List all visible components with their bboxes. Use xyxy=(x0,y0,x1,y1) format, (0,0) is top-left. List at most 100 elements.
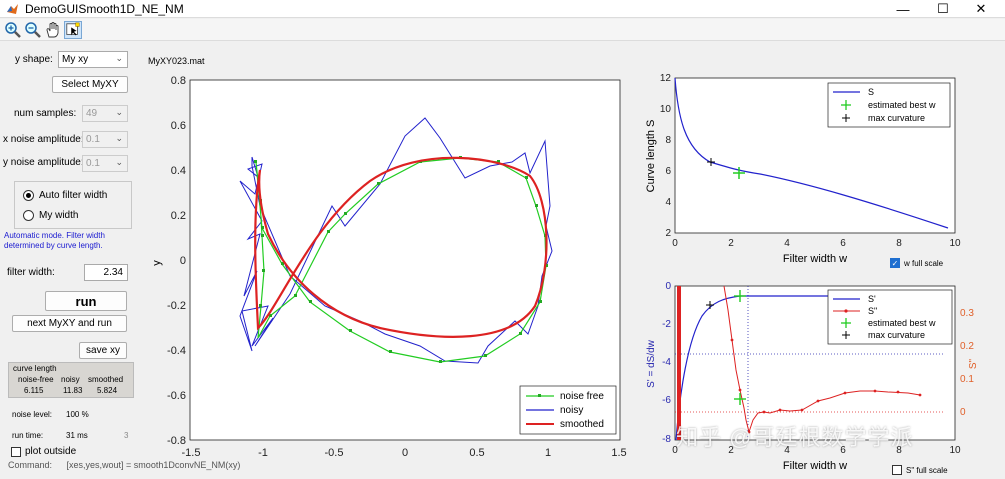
legend-smoothed: smoothed xyxy=(560,419,604,430)
w-full-scale-checkbox[interactable]: ✓ w full scale xyxy=(890,258,943,268)
legend-s: S xyxy=(868,87,874,97)
y-tick-label: 0 xyxy=(180,255,186,267)
s2-full-scale-checkbox[interactable]: S" full scale xyxy=(892,465,948,475)
chevron-down-icon: ⌄ xyxy=(115,53,123,63)
x-tick-label: 4 xyxy=(784,238,790,249)
s-double-prime-spike xyxy=(677,286,681,440)
noise-level-label: noise level: xyxy=(12,410,53,419)
w-full-scale-label: w full scale xyxy=(904,258,944,268)
curve-length-header-noise-free: noise-free xyxy=(18,375,54,384)
y-left-tick-label: -8 xyxy=(662,434,671,445)
watermark: 知乎 @哥廷根数学学派 xyxy=(676,425,914,450)
y-noise-label: y noise amplitude: xyxy=(3,157,84,168)
my-width-radio[interactable]: My width xyxy=(23,210,78,221)
y-noise-value: 0.1 xyxy=(86,158,100,169)
y-tick-label: 2 xyxy=(665,228,671,239)
run-button[interactable]: run xyxy=(45,291,127,311)
y-tick-label: -0.2 xyxy=(167,300,186,312)
legend-noisy: noisy xyxy=(560,405,583,416)
save-xy-button[interactable]: save xy xyxy=(79,342,127,359)
y-tick-label: 6 xyxy=(665,166,671,177)
zoom-in-icon[interactable] xyxy=(4,21,22,39)
y-left-tick-label: -6 xyxy=(662,395,671,406)
command-label: Command: xyxy=(8,460,53,470)
top-x-axis-label: Filter width w xyxy=(783,253,847,265)
y-tick-label: 0.2 xyxy=(171,210,186,222)
y-noise-dropdown[interactable]: 0.1 ⌄ xyxy=(82,155,128,172)
y-shape-value: My xy xyxy=(62,54,89,65)
y-shape-dropdown[interactable]: My xy ⌄ xyxy=(58,51,128,68)
filter-width-field[interactable]: 2.34 xyxy=(84,264,128,281)
curve-length-plot[interactable]: 12 10 8 6 4 2 0 2 4 6 8 10 Filter width … xyxy=(640,68,970,268)
pan-hand-icon[interactable] xyxy=(44,21,62,39)
x-tick-label: 0 xyxy=(402,447,408,459)
chevron-down-icon: ⌄ xyxy=(115,133,123,143)
bottom-y-left-axis-label: S' = dS/dw xyxy=(646,339,657,388)
chevron-down-icon: ⌄ xyxy=(115,157,123,167)
x-tick-label: 0 xyxy=(672,238,678,249)
filter-width-label: filter width: xyxy=(7,267,55,278)
run-time-label: run time: xyxy=(12,431,44,440)
zoom-out-icon[interactable] xyxy=(24,21,42,39)
main-xy-plot[interactable]: 0.8 0.6 0.4 0.2 0 -0.2 -0.4 -0.6 -0.8 -1… xyxy=(140,66,640,462)
y-tick-label: 0.8 xyxy=(171,75,186,87)
data-cursor-icon[interactable] xyxy=(64,21,82,39)
legend-s-double-prime: S" xyxy=(868,306,877,316)
num-samples-dropdown[interactable]: 49 ⌄ xyxy=(82,105,128,122)
file-label: MyXY023.mat xyxy=(148,56,205,66)
y-left-tick-label: -2 xyxy=(662,319,671,330)
auto-filter-radio[interactable]: Auto filter width xyxy=(23,190,107,201)
x-tick-label: 2 xyxy=(728,238,734,249)
auto-filter-label: Auto filter width xyxy=(39,190,108,201)
legend-noise-free: noise free xyxy=(560,391,604,402)
checkbox-checked-icon: ✓ xyxy=(890,258,900,268)
y-tick-label: -0.6 xyxy=(167,390,186,402)
main-legend: noise free noisy smoothed xyxy=(519,385,617,435)
next-myxy-run-button[interactable]: next MyXY and run xyxy=(12,315,127,332)
curve-length-header-noisy: noisy xyxy=(61,375,80,384)
num-samples-label: num samples: xyxy=(14,108,77,119)
run-time-extra: 3 xyxy=(124,431,129,440)
y-right-tick-label: 0 xyxy=(960,407,966,418)
x-tick-label: 1.5 xyxy=(611,447,626,459)
y-tick-label: 10 xyxy=(660,104,672,115)
filter-mode-group: Auto filter width My width xyxy=(14,181,132,229)
close-button[interactable]: ✕ xyxy=(958,0,1004,18)
y-tick-label: 8 xyxy=(665,135,671,146)
x-tick-label: 10 xyxy=(949,238,961,249)
y-tick-label: -0.8 xyxy=(167,435,186,447)
y-left-tick-label: -4 xyxy=(662,357,671,368)
plot-outside-checkbox[interactable]: plot outside xyxy=(11,446,76,457)
y-tick-label: 0.4 xyxy=(171,165,186,177)
checkbox-unchecked-icon xyxy=(11,446,21,457)
y-shape-label: y shape: xyxy=(15,54,53,65)
s2-full-scale-label: S" full scale xyxy=(906,465,948,475)
mode-info-text: Automatic mode. Filter width determined … xyxy=(4,231,105,250)
x-tick-label: -1 xyxy=(258,447,268,459)
x-noise-dropdown[interactable]: 0.1 ⌄ xyxy=(82,131,128,148)
title-bar: DemoGUISmooth1D_NE_NM — ☐ ✕ xyxy=(0,0,1005,18)
x-tick-label: -0.5 xyxy=(325,447,344,459)
x-noise-label: x noise amplitude: xyxy=(3,134,84,145)
bottom-legend: S' S" estimated best w max curvature xyxy=(827,289,953,345)
top-y-axis-label: Curve length S xyxy=(645,120,657,193)
y-tick-label: 0.6 xyxy=(171,120,186,132)
x-tick-label: -1.5 xyxy=(182,447,201,459)
curve-length-header-smoothed: smoothed xyxy=(88,375,124,384)
curve-length-noisy-value: 11.83 xyxy=(63,386,83,395)
curve-length-noise-free-value: 6.115 xyxy=(24,386,44,395)
window-title: DemoGUISmooth1D_NE_NM xyxy=(25,2,184,16)
x-tick-label: 10 xyxy=(949,445,961,456)
legend-max-curvature: max curvature xyxy=(868,330,925,340)
x-tick-label: 6 xyxy=(840,238,846,249)
select-myxy-button[interactable]: Select MyXY xyxy=(52,76,128,93)
y-tick-label: -0.4 xyxy=(167,345,186,357)
noise-level-value: 100 % xyxy=(66,410,89,419)
num-samples-value: 49 xyxy=(86,108,98,119)
main-y-axis-label: y xyxy=(151,260,163,266)
run-time-value: 31 ms xyxy=(66,431,88,440)
x-tick-label: 0.5 xyxy=(469,447,484,459)
y-right-tick-label: 0.1 xyxy=(960,374,974,385)
radio-selected-icon xyxy=(23,190,34,201)
y-tick-label: 12 xyxy=(660,73,672,84)
